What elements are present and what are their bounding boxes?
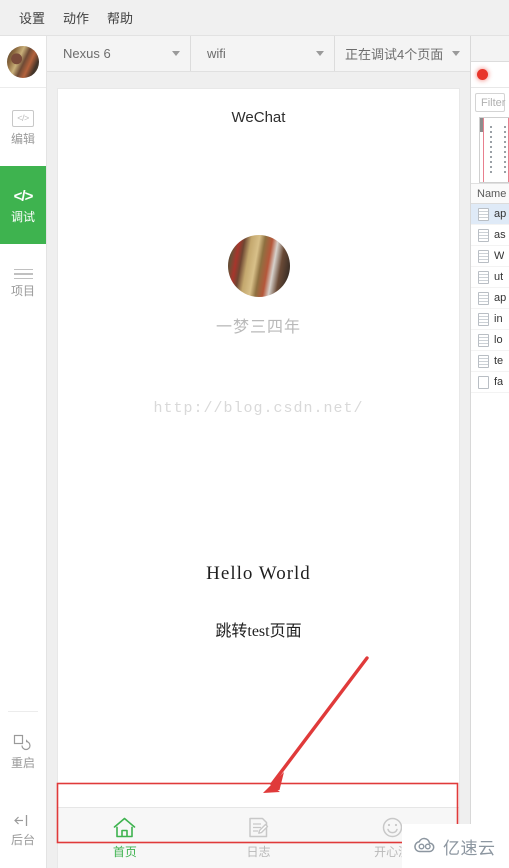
column-header-name[interactable]: Name <box>471 183 509 204</box>
debug-pages-value: 正在调试4个页面 <box>345 47 444 62</box>
profile-block: 一梦三四年 <box>58 235 459 337</box>
menu-item-help[interactable]: 帮助 <box>98 5 142 30</box>
request-name: W <box>494 250 505 262</box>
avatar[interactable] <box>7 45 39 78</box>
background-icon <box>12 813 34 828</box>
request-name: in <box>494 313 503 325</box>
timeline-dots-a <box>490 126 492 176</box>
table-row[interactable]: W <box>471 246 509 267</box>
file-icon <box>478 207 489 221</box>
timeline-dots-b <box>504 126 506 176</box>
tab-home[interactable]: 首页 <box>58 816 192 860</box>
request-name: fa <box>494 376 504 388</box>
note-edit-icon <box>249 817 269 838</box>
request-name: as <box>494 229 506 241</box>
cloud-icon <box>414 837 435 853</box>
chevron-down-icon <box>172 51 180 56</box>
sidebar-item-project-label: 项目 <box>10 284 35 299</box>
blog-url-text: http://blog.csdn.net/ <box>153 400 364 417</box>
watermark-text: 亿速云 <box>443 838 496 858</box>
file-icon <box>478 333 489 347</box>
request-name: ap <box>494 208 507 220</box>
filter-placeholder: Filter <box>481 96 506 109</box>
page-title: WeChat <box>231 108 286 126</box>
request-name: ut <box>494 271 504 283</box>
file-icon <box>478 291 489 305</box>
network-select[interactable]: wifi <box>191 36 335 71</box>
device-select-value: Nexus 6 <box>63 46 111 61</box>
table-row[interactable]: ap <box>471 288 509 309</box>
left-sidebar: </> 编辑 </> 调试 项目 重启 后台 <box>0 36 47 868</box>
hello-world-text: Hello World <box>206 563 311 584</box>
file-blank-icon <box>478 375 489 389</box>
table-row[interactable]: lo <box>471 330 509 351</box>
file-icon <box>478 312 489 326</box>
request-list: ap as W ut ap in lo te fa <box>471 204 509 393</box>
devtools-panel: Filter Name ap as W ut ap in lo te fa <box>470 36 509 868</box>
file-icon <box>478 249 489 263</box>
menu-item-settings[interactable]: 设置 <box>10 5 54 30</box>
sidebar-item-background[interactable]: 后台 <box>0 790 46 868</box>
menu-bar: 设置 动作 帮助 <box>0 0 509 36</box>
record-button[interactable] <box>477 69 488 80</box>
sidebar-item-edit-label: 编辑 <box>10 131 35 146</box>
sidebar-bottom-group: 重启 后台 <box>0 711 46 868</box>
table-row[interactable]: in <box>471 309 509 330</box>
profile-nickname: 一梦三四年 <box>215 317 301 336</box>
table-row[interactable]: te <box>471 351 509 372</box>
sidebar-avatar-wrap[interactable] <box>0 36 46 88</box>
tab-bar: 首页 日志 开心测 <box>58 807 459 868</box>
table-row[interactable]: as <box>471 225 509 246</box>
app-window: 设置 动作 帮助 </> 编辑 </> 调试 项目 重启 后台 Nexus 6 … <box>0 0 509 868</box>
request-name: te <box>494 355 504 367</box>
phone-content: 一梦三四年 http://blog.csdn.net/ Hello World … <box>58 145 459 807</box>
tab-log-label: 日志 <box>246 845 271 859</box>
code-box-icon: </> <box>12 109 34 127</box>
chevron-down-icon <box>452 51 460 56</box>
timeline-marker-start <box>483 118 484 182</box>
tab-home-label: 首页 <box>112 845 137 859</box>
watermark: 亿速云 <box>402 824 509 868</box>
file-icon <box>478 270 489 284</box>
devtools-toolbar <box>471 62 509 88</box>
table-row[interactable]: fa <box>471 372 509 393</box>
phone-title-bar: WeChat <box>58 89 459 145</box>
chevron-down-icon <box>316 51 324 56</box>
request-name: ap <box>494 292 507 304</box>
table-row[interactable]: ap <box>471 204 509 225</box>
jump-test-link[interactable]: 跳转test页面 <box>58 617 459 641</box>
restart-icon <box>13 734 33 751</box>
code-brackets-icon: </> <box>13 187 34 205</box>
network-overview-timeline[interactable] <box>479 117 509 183</box>
tab-log[interactable]: 日志 <box>192 816 326 860</box>
smiley-icon <box>382 817 402 838</box>
simulator-area: WeChat 一梦三四年 http://blog.csdn.net/ Hello… <box>47 72 470 868</box>
sidebar-item-background-label: 后台 <box>10 832 35 847</box>
device-select[interactable]: Nexus 6 <box>47 36 191 71</box>
sidebar-item-edit[interactable]: </> 编辑 <box>0 88 46 166</box>
menu-item-actions[interactable]: 动作 <box>54 5 98 30</box>
sidebar-item-restart-label: 重启 <box>10 755 35 770</box>
list-lines-icon <box>13 268 33 280</box>
column-header-name-label: Name <box>477 187 507 200</box>
sidebar-item-debug[interactable]: </> 调试 <box>0 166 46 244</box>
debug-pages-select[interactable]: 正在调试4个页面 <box>335 36 471 71</box>
filter-input[interactable]: Filter <box>475 93 505 112</box>
devtools-tabstrip[interactable] <box>471 36 509 62</box>
file-icon <box>478 354 489 368</box>
sidebar-item-debug-label: 调试 <box>10 209 35 224</box>
profile-avatar[interactable] <box>227 235 290 297</box>
phone-preview: WeChat 一梦三四年 http://blog.csdn.net/ Hello… <box>58 89 459 868</box>
table-row[interactable]: ut <box>471 267 509 288</box>
home-icon <box>114 817 136 838</box>
sidebar-item-project[interactable]: 项目 <box>0 244 46 322</box>
file-icon <box>478 228 489 242</box>
toolbar: Nexus 6 wifi 正在调试4个页面 <box>47 36 509 72</box>
sidebar-item-restart[interactable]: 重启 <box>0 712 46 790</box>
network-select-value: wifi <box>207 46 226 61</box>
request-name: lo <box>494 334 503 346</box>
